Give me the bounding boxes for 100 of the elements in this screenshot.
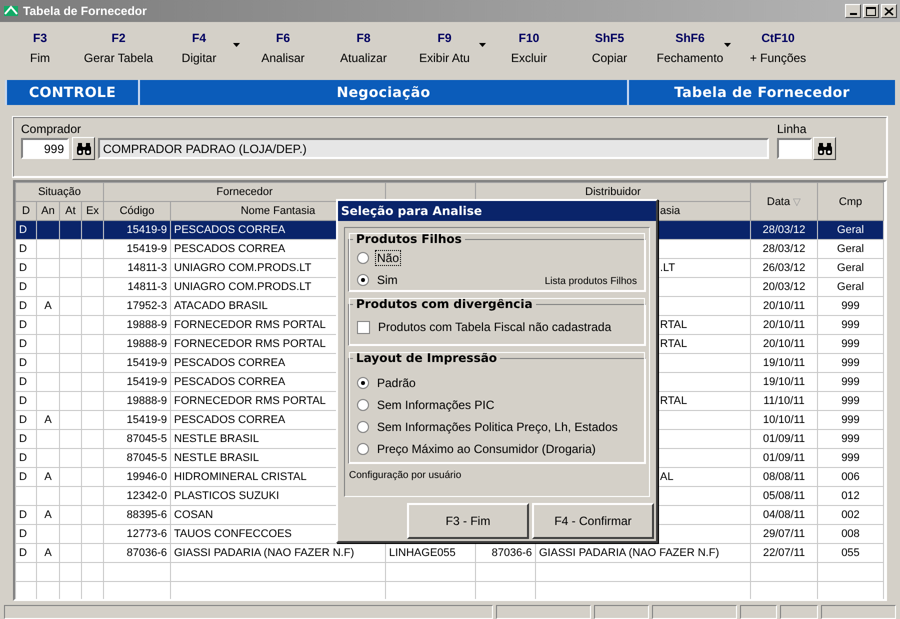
table-cell: .LT [660,262,676,274]
nav-section: CONTROLE [5,80,138,105]
input-field[interactable] [777,138,812,159]
toolbar-button[interactable]: F4 Digitar [157,28,241,72]
toolbar-button[interactable]: F6 Analisar [241,28,325,72]
table-cell: RTAL [660,338,688,350]
column-header: Cmp [838,196,862,208]
name-field: COMPRADOR PADRAO (LOJA/DEP.) [98,138,769,159]
table-cell: D [19,414,27,426]
option-label[interactable]: Produtos com Tabela Fiscal não cadastrada [376,319,614,335]
column-header: At [65,205,76,217]
table-cell: D [19,509,27,521]
table-cell: 999 [841,300,860,312]
table-cell: PESCADOS CORREA [174,243,286,255]
column-header[interactable]: Data [766,196,790,208]
table-cell: FORNECEDOR RMS PORTAL [174,319,326,331]
option-label[interactable]: Não [375,250,402,266]
table-cell: 15419-9 [126,224,167,236]
table-cell: 01/09/11 [762,433,805,445]
table-cell: D [19,243,27,255]
table-cell: D [19,471,27,483]
table-cell: 87036-6 [126,547,167,559]
radio-icon[interactable] [357,399,369,411]
table-cell: 14811-3 [127,262,167,274]
option-label[interactable]: Sem Informações PIC [375,397,496,413]
group-title: Produtos com divergência [355,297,534,311]
binoculars-icon [816,140,834,156]
table-cell: 29/07/11 [762,528,805,540]
table-cell: 12342-0 [126,490,167,502]
table-cell: HIDROMINERAL CRISTAL [174,471,307,483]
table-cell: D [19,452,27,464]
table-cell: D [19,376,27,388]
table-cell: 055 [841,547,860,559]
table-cell: D [19,528,27,540]
table-cell: A [44,509,52,521]
table-cell: 20/10/11 [762,319,805,331]
toolbar-button[interactable]: CtF10 + Funções [732,28,824,72]
table-cell: ATACADO BRASIL [174,300,268,312]
column-header: An [41,205,55,217]
status-panel [780,605,818,619]
table-cell: D [19,395,27,407]
dialog-button[interactable]: F3 - Fim [407,503,529,539]
table-cell: PESCADOS CORREA [174,357,286,369]
radio-icon[interactable] [357,443,369,455]
table-cell: 15419-9 [126,243,167,255]
table-cell: 999 [841,395,860,407]
radio-icon[interactable] [357,252,369,264]
table-cell: 19946-0 [126,471,167,483]
table-cell: A [44,414,52,426]
column-header: Nome Fantasia [240,205,316,217]
table-cell: RTAL [660,319,688,331]
table-cell: NESTLE BRASIL [174,452,259,464]
toolbar-button[interactable]: F8 Atualizar [325,28,402,72]
radio-selected-icon[interactable] [357,377,369,389]
close-icon [884,6,894,16]
table-cell: D [19,338,27,350]
table-cell: 19888-9 [126,338,167,350]
table-cell: 12773-6 [126,528,167,540]
maximize-button[interactable] [863,4,879,18]
app-logo-icon [3,3,19,19]
table-cell: 88395-6 [126,509,167,521]
toolbar-button[interactable]: F3 Fim [0,28,80,72]
option-label[interactable]: Padrão [375,375,418,391]
table-cell: A [44,300,52,312]
radio-selected-icon[interactable] [357,274,369,286]
table-cell: D [19,224,27,236]
toolbar-button[interactable]: ShF6 Fechamento [648,28,732,72]
window-title: Tabela de Fornecedor [23,4,148,18]
table-cell: 28/03/12 [762,224,806,236]
table-cell: D [19,300,27,312]
dialog-button[interactable]: F4 - Confirmar [532,503,654,539]
nav-section: Negociação [138,80,627,105]
table-cell: 10/10/11 [762,414,805,426]
table-cell: 012 [841,490,860,502]
table-cell: 15419-9 [126,376,167,388]
table-cell: 002 [841,509,860,521]
minimize-icon [850,13,856,15]
status-panel [740,605,777,619]
search-button[interactable] [813,137,836,160]
input-field[interactable]: 999 [21,138,69,159]
table-cell: TAUOS CONFECCOES [174,528,292,540]
toolbar-button[interactable]: F2 Gerar Tabela [80,28,157,72]
table-cell: 26/03/12 [762,262,806,274]
radio-icon[interactable] [357,421,369,433]
checkbox-icon[interactable] [357,320,370,334]
minimize-button[interactable] [845,4,861,18]
table-cell: 20/10/11 [762,300,805,312]
toolbar-button[interactable]: F9 Exibir Atu [402,28,487,72]
table-cell: D [19,262,27,274]
search-button[interactable] [72,137,95,160]
table-cell: 01/09/11 [762,452,805,464]
table-cell: 05/08/11 [762,490,805,502]
toolbar-button[interactable]: ShF5 Copiar [571,28,648,72]
field-label: Comprador [21,122,82,136]
table-cell: D [19,281,27,293]
table-cell: 14811-3 [127,281,167,293]
table-cell: 04/08/11 [762,509,805,521]
toolbar-button[interactable]: F10 Excluir [487,28,571,72]
close-button[interactable] [881,4,897,18]
column-header: Código [120,205,154,217]
